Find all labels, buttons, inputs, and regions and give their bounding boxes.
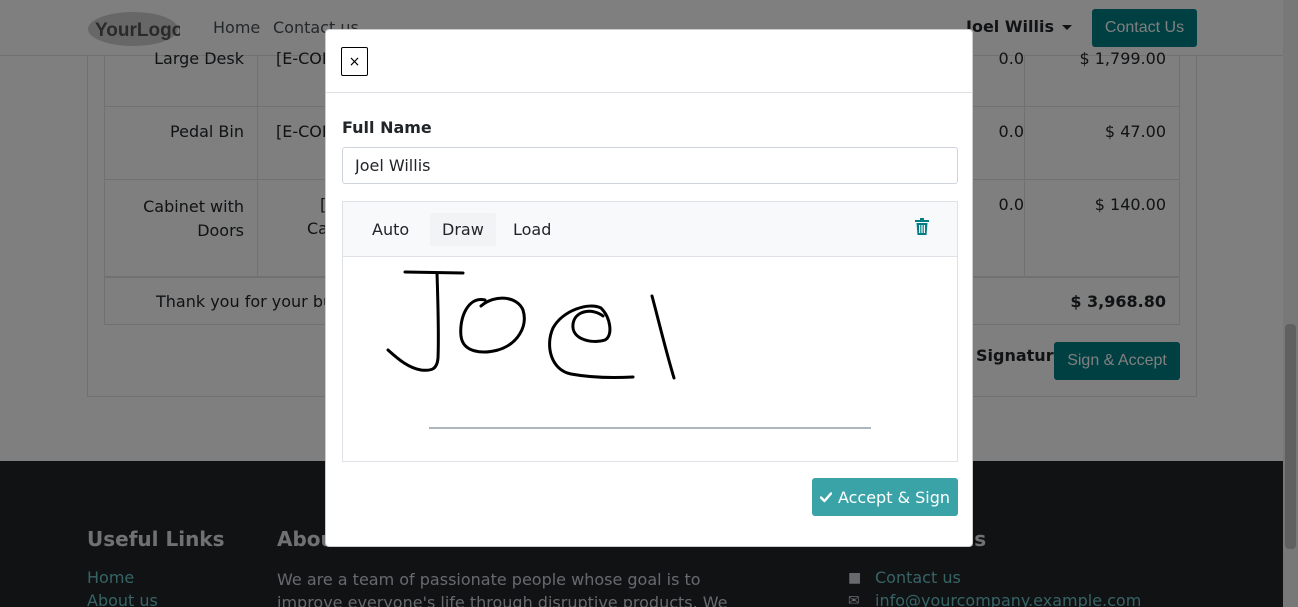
check-icon bbox=[819, 492, 832, 503]
full-name-input[interactable] bbox=[342, 147, 958, 184]
tab-auto[interactable]: Auto bbox=[360, 213, 421, 246]
full-name-label: Full Name bbox=[342, 118, 432, 137]
signature-mode-tabs: Auto Draw Load bbox=[343, 202, 957, 257]
trash-icon[interactable] bbox=[914, 218, 930, 236]
signature-modal: × Full Name Auto Draw Load bbox=[325, 29, 973, 547]
accept-sign-label: Accept & Sign bbox=[837, 487, 951, 507]
signature-box: Auto Draw Load bbox=[342, 201, 958, 462]
signature-canvas[interactable] bbox=[343, 258, 957, 461]
modal-header: × bbox=[326, 30, 972, 93]
accept-sign-button[interactable]: Accept & Sign bbox=[812, 478, 958, 516]
close-button[interactable]: × bbox=[341, 47, 368, 76]
handwritten-signature bbox=[386, 270, 676, 380]
tab-draw[interactable]: Draw bbox=[430, 213, 496, 246]
tab-load[interactable]: Load bbox=[501, 213, 563, 246]
